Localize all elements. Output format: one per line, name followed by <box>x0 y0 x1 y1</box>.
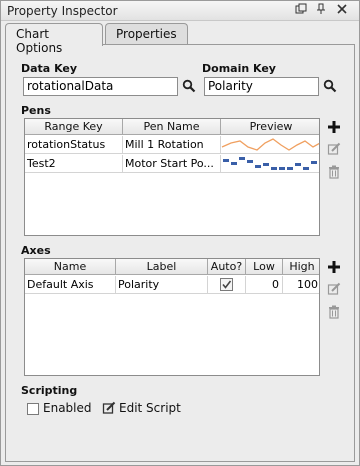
axes-col-auto[interactable]: Auto? <box>208 259 246 275</box>
axes-table: Name Label Auto? Low High Default Axis P… <box>24 258 320 376</box>
edit-axis-icon[interactable] <box>326 282 342 298</box>
axis-high: 100 <box>297 278 318 291</box>
tab-properties[interactable]: Properties <box>105 23 188 45</box>
table-row[interactable]: Test2 Motor Start Po... <box>25 155 319 173</box>
axes-col-name[interactable]: Name <box>25 259 116 275</box>
edit-script-icon[interactable] <box>101 401 117 417</box>
pens-section-label: Pens <box>21 104 51 117</box>
axis-name: Default Axis <box>25 276 116 294</box>
table-row[interactable]: rotationStatus Mill 1 Rotation <box>25 136 319 154</box>
axis-label: Polarity <box>116 276 208 294</box>
axis-auto-checkbox[interactable] <box>220 278 233 291</box>
property-inspector-panel: Property Inspector Chart Options Propert… <box>0 0 360 466</box>
pen-range-key: rotationStatus <box>25 136 123 154</box>
pen-name: Mill 1 Rotation <box>123 136 221 154</box>
pens-col-range-key[interactable]: Range Key <box>25 119 123 135</box>
domain-key-label: Domain Key <box>202 62 276 75</box>
scripting-enabled-label[interactable]: Enabled <box>43 401 92 415</box>
data-key-label: Data Key <box>21 62 78 75</box>
pens-col-preview[interactable]: Preview <box>221 119 319 135</box>
panel-title: Property Inspector <box>7 4 118 18</box>
pen-preview-bars <box>221 155 319 173</box>
add-axis-icon[interactable] <box>326 260 342 276</box>
pens-col-pen-name[interactable]: Pen Name <box>123 119 221 135</box>
table-row[interactable]: Default Axis Polarity 0 100 <box>25 276 319 294</box>
pens-table: Range Key Pen Name Preview rotationStatu… <box>24 118 320 236</box>
data-key-input[interactable]: rotationalData <box>23 77 178 96</box>
chart-options-content: Data Key rotationalData Domain Key Polar… <box>5 44 355 462</box>
axes-section-label: Axes <box>21 244 51 257</box>
search-icon[interactable] <box>182 79 198 95</box>
delete-pen-icon[interactable] <box>326 165 342 181</box>
scripting-enabled-checkbox[interactable] <box>27 403 39 415</box>
title-bar: Property Inspector <box>1 1 359 21</box>
add-pen-icon[interactable] <box>326 120 342 136</box>
pen-name: Motor Start Po... <box>123 155 221 173</box>
close-icon[interactable] <box>334 3 350 19</box>
search-icon[interactable] <box>323 79 339 95</box>
pin-icon[interactable] <box>313 3 329 19</box>
pens-table-header: Range Key Pen Name Preview <box>25 119 319 135</box>
scripting-section-label: Scripting <box>21 384 78 397</box>
axes-col-label[interactable]: Label <box>116 259 208 275</box>
edit-pen-icon[interactable] <box>326 142 342 158</box>
axis-low: 0 <box>246 276 283 294</box>
float-icon[interactable] <box>293 3 309 19</box>
pen-preview-line <box>221 136 319 154</box>
domain-key-input[interactable]: Polarity <box>204 77 319 96</box>
axes-table-header: Name Label Auto? Low High <box>25 259 319 275</box>
delete-axis-icon[interactable] <box>326 305 342 321</box>
edit-script-link[interactable]: Edit Script <box>119 401 181 415</box>
tab-chart-options[interactable]: Chart Options <box>5 23 103 55</box>
axis-auto-cell <box>208 276 246 294</box>
pen-range-key: Test2 <box>25 155 123 173</box>
axes-col-high[interactable]: High <box>283 259 319 275</box>
axes-col-low[interactable]: Low <box>246 259 283 275</box>
